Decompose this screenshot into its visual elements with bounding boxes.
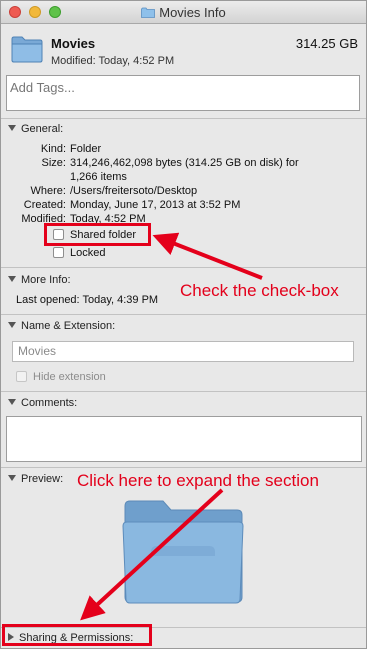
divider (1, 314, 366, 315)
hide-extension-checkbox (16, 371, 27, 382)
kind-label: Kind: (40, 143, 66, 155)
section-comments-header[interactable]: Comments: (8, 397, 77, 409)
item-name: Movies (51, 36, 96, 51)
section-label: Name & Extension: (21, 320, 116, 332)
locked-checkbox-row[interactable]: Locked (53, 247, 105, 259)
hide-extension-label: Hide extension (33, 371, 106, 383)
annotation-check-text: Check the check-box (180, 281, 339, 300)
last-opened: Last opened: Today, 4:39 PM (16, 294, 159, 306)
where-value: /Users/freitersoto/Desktop (70, 185, 198, 197)
title-bar[interactable]: Movies Info (1, 1, 366, 24)
size-value: 314,246,462,098 bytes (314.25 GB on disk… (70, 157, 299, 169)
window-title-wrap: Movies Info (1, 5, 366, 20)
kind-value: Folder (70, 143, 102, 155)
item-size: 314.25 GB (295, 36, 358, 51)
section-label: General: (21, 123, 64, 135)
created-label: Created: (23, 199, 66, 211)
divider (1, 467, 366, 468)
section-label: More Info: (21, 274, 71, 286)
item-modified: Modified: Today, 4:52 PM (51, 55, 175, 67)
divider (1, 391, 366, 392)
locked-checkbox[interactable] (53, 247, 64, 258)
highlight-box (2, 624, 152, 646)
folder-icon (141, 7, 156, 18)
info-window: Movies Info Movies 314.25 GB Modified: T… (0, 0, 367, 649)
highlight-box (44, 223, 151, 246)
hide-extension-row: Hide extension (16, 371, 106, 383)
comments-textarea[interactable] (7, 417, 361, 461)
disclosure-triangle-icon[interactable] (8, 276, 16, 282)
name-field[interactable] (12, 341, 354, 362)
locked-label: Locked (70, 247, 106, 259)
divider (1, 118, 366, 119)
section-general-header[interactable]: General: (8, 123, 63, 135)
tags-input[interactable] (10, 80, 356, 95)
size-label: Size: (41, 157, 66, 169)
folder-preview-icon (122, 500, 244, 604)
disclosure-triangle-icon[interactable] (8, 399, 16, 405)
section-label: Comments: (21, 397, 78, 409)
size-value-items: 1,266 items (70, 171, 127, 183)
section-name-extension-header[interactable]: Name & Extension: (8, 320, 115, 332)
section-preview-header[interactable]: Preview: (8, 473, 63, 485)
folder-icon (11, 36, 43, 63)
divider (1, 267, 366, 268)
section-more-info-header[interactable]: More Info: (8, 274, 71, 286)
comments-field[interactable] (6, 416, 362, 462)
tags-field[interactable] (6, 75, 360, 111)
disclosure-triangle-icon[interactable] (8, 475, 16, 481)
disclosure-triangle-icon[interactable] (8, 322, 16, 328)
where-label: Where: (30, 185, 66, 197)
name-input[interactable] (18, 344, 348, 358)
disclosure-triangle-icon[interactable] (8, 125, 16, 131)
section-label: Preview: (21, 473, 64, 485)
annotation-expand-text: Click here to expand the section (77, 471, 319, 490)
created-value: Monday, June 17, 2013 at 3:52 PM (70, 199, 241, 211)
window-title: Movies Info (159, 5, 226, 20)
